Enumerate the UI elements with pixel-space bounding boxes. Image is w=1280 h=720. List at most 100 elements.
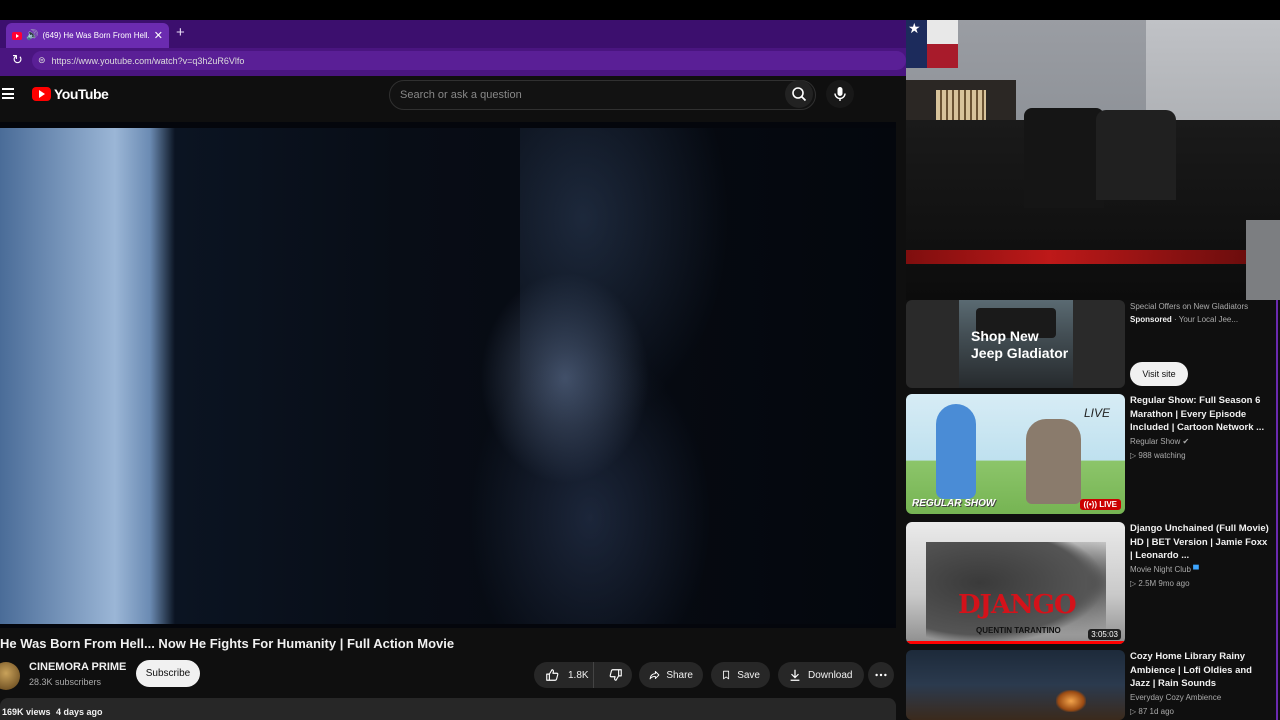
save-label: Save: [737, 669, 760, 681]
ad-thumbnail-text: Shop New Jeep Gladiator: [971, 328, 1069, 361]
thumbnail-character-bird: [936, 404, 976, 499]
video-player[interactable]: [0, 122, 896, 628]
webcam-chair: [1024, 108, 1104, 208]
more-horizontal-icon: [875, 673, 887, 677]
top-black-strip: [0, 0, 1280, 20]
video-meta: Regular Show: Full Season 6 Marathon | E…: [1130, 394, 1270, 463]
ad-title[interactable]: Special Offers on New Gladiators: [1130, 301, 1270, 313]
video-card-stats: ▷ 87 1d ago: [1130, 706, 1174, 716]
view-count: 169K views: [2, 707, 51, 717]
thumbnail-director-text: QUENTIN TARANTINO: [976, 626, 1061, 635]
video-thumbnail[interactable]: [906, 650, 1125, 720]
video-card-cozy-library[interactable]: Cozy Home Library Rainy Ambience | Lofi …: [906, 650, 1280, 720]
youtube-logo-text: YouTube: [54, 86, 109, 102]
share-icon: [649, 671, 660, 680]
download-button[interactable]: Download: [778, 662, 864, 688]
share-button[interactable]: Share: [639, 662, 703, 688]
video-card-regular-show[interactable]: LIVE REGULAR SHOW ((•)) LIVE Regular Sho…: [906, 394, 1280, 514]
youtube-logo[interactable]: YouTube: [32, 86, 109, 102]
video-card-channel[interactable]: Everyday Cozy Ambience: [1130, 691, 1270, 705]
upload-date: 4 days ago: [56, 707, 103, 717]
address-bar-row: ↻ ⊜ https://www.youtube.com/watch?v=q3h2…: [0, 49, 906, 73]
webcam-floor: [1246, 220, 1280, 300]
tab-title: (649) He Was Born From Hell...: [42, 31, 150, 40]
youtube-favicon-icon: [12, 31, 22, 40]
new-tab-icon[interactable]: +: [176, 24, 185, 41]
video-meta: Django Unchained (Full Movie) HD | BET V…: [1130, 522, 1270, 591]
url-text: https://www.youtube.com/watch?v=q3h2uR6V…: [51, 55, 245, 66]
browser-window: 🔊 (649) He Was Born From Hell... ✕ + ↻ ⊜…: [0, 20, 906, 76]
dislike-button[interactable]: [600, 668, 632, 682]
address-bar[interactable]: ⊜ https://www.youtube.com/watch?v=q3h2uR…: [32, 51, 906, 70]
download-label: Download: [808, 669, 853, 681]
channel-badge-icon: ▀: [1193, 564, 1199, 574]
download-icon: [790, 669, 800, 681]
video-card-channel[interactable]: Regular Show ✔: [1130, 435, 1270, 449]
channel-name[interactable]: CINEMORA PRIME: [29, 661, 126, 673]
video-card-stats: ▷ 988 watching: [1130, 450, 1186, 460]
video-frame: [0, 128, 896, 624]
webcam-red-light: [906, 250, 1266, 264]
save-button[interactable]: Save: [711, 662, 770, 688]
channel-avatar[interactable]: [0, 662, 20, 690]
like-button[interactable]: 1.8K: [534, 662, 595, 688]
thumbnail-fireplace: [1056, 690, 1086, 712]
live-badge: ((•)) LIVE: [1079, 499, 1121, 510]
video-frame-highlight: [520, 128, 730, 428]
video-title: He Was Born From Hell... Now He Fights F…: [0, 636, 455, 651]
ad-sponsor-line: Sponsored · Your Local Jee...: [1130, 315, 1239, 324]
recommendations-sidebar: Shop New Jeep Gladiator Special Offers o…: [906, 300, 1280, 720]
visit-site-button[interactable]: Visit site: [1130, 362, 1188, 386]
ad-advertiser: Your Local Jee...: [1178, 315, 1239, 324]
speaker-icon[interactable]: 🔊: [26, 30, 38, 41]
ad-thumbnail[interactable]: Shop New Jeep Gladiator: [906, 300, 1125, 388]
search-button[interactable]: [785, 80, 813, 108]
voice-search-button[interactable]: [826, 80, 854, 108]
video-card-channel[interactable]: Movie Night Club ▀: [1130, 563, 1270, 577]
thumbs-up-icon: [546, 669, 559, 681]
webcam-overlay: ★: [906, 20, 1280, 300]
search-icon: [792, 87, 807, 102]
video-card-title[interactable]: Django Unchained (Full Movie) HD | BET V…: [1130, 522, 1270, 563]
live-indicator-icon: ▷: [1130, 450, 1137, 460]
thumbnail-show-logo: REGULAR SHOW: [912, 498, 996, 509]
views-icon: ▷: [1130, 578, 1137, 588]
subscribe-button[interactable]: Subscribe: [136, 660, 200, 687]
star-icon: ★: [908, 20, 921, 36]
video-card-title[interactable]: Cozy Home Library Rainy Ambience | Lofi …: [1130, 650, 1270, 691]
thumbnail-character-raccoon: [1026, 419, 1081, 504]
microphone-icon: [834, 87, 846, 101]
bookmark-icon: [723, 670, 730, 680]
sponsored-label: Sponsored: [1130, 315, 1172, 324]
screen: 🔊 (649) He Was Born From Hell... ✕ + ↻ ⊜…: [0, 0, 1280, 720]
search-input[interactable]: Search or ask a question: [389, 80, 816, 110]
hamburger-menu-icon[interactable]: [2, 88, 14, 99]
close-tab-icon[interactable]: ✕: [154, 29, 163, 42]
ad-card[interactable]: Shop New Jeep Gladiator Special Offers o…: [906, 300, 1280, 390]
thumbnail-live-text: LIVE: [1084, 406, 1111, 420]
video-card-title[interactable]: Regular Show: Full Season 6 Marathon | E…: [1130, 394, 1270, 435]
youtube-play-icon: [32, 87, 51, 101]
more-actions-button[interactable]: [868, 662, 894, 688]
video-duration: 3:05:03: [1088, 629, 1121, 640]
youtube-page: YouTube Search or ask a question He Was …: [0, 76, 906, 720]
browser-tab-youtube[interactable]: 🔊 (649) He Was Born From Hell... ✕: [6, 23, 169, 48]
share-label: Share: [666, 669, 693, 681]
like-dislike-group: 1.8K: [534, 662, 632, 688]
site-info-icon[interactable]: ⊜: [38, 55, 46, 66]
video-card-stats: ▷ 2.5M 9mo ago: [1130, 578, 1190, 588]
video-thumbnail[interactable]: LIVE REGULAR SHOW ((•)) LIVE: [906, 394, 1125, 514]
tab-bar: 🔊 (649) He Was Born From Hell... ✕ +: [0, 20, 906, 48]
description-box[interactable]: 169K views 4 days ago: [0, 698, 896, 720]
thumbs-down-icon: [609, 669, 623, 681]
channel-row: CINEMORA PRIME 28.3K subscribers Subscri…: [0, 660, 530, 696]
video-thumbnail[interactable]: DJANGO QUENTIN TARANTINO 3:05:03: [906, 522, 1125, 644]
video-card-django[interactable]: DJANGO QUENTIN TARANTINO 3:05:03 Django …: [906, 522, 1280, 646]
search-placeholder: Search or ask a question: [400, 89, 522, 101]
thumbnail-title-text: DJANGO: [958, 590, 1077, 620]
video-meta: Cozy Home Library Rainy Ambience | Lofi …: [1130, 650, 1270, 719]
webcam-books: [936, 90, 986, 120]
reload-icon[interactable]: ↻: [12, 52, 23, 68]
subscriber-count: 28.3K subscribers: [29, 677, 102, 687]
like-count: 1.8K: [568, 669, 589, 681]
